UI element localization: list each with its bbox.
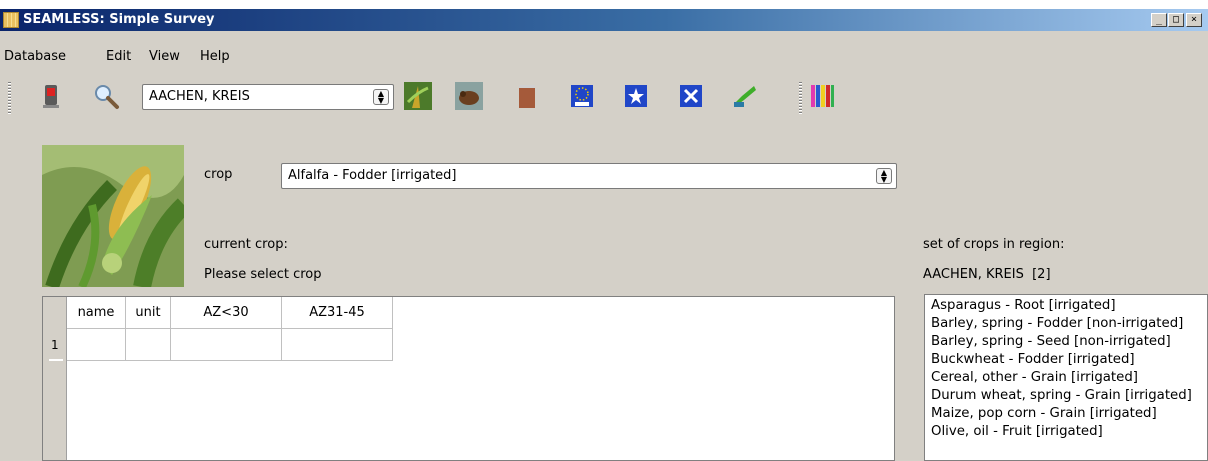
crop-select[interactable]: Alfalfa - Fodder [irrigated] ▲ ▼ — [281, 163, 897, 189]
region-select[interactable]: AACHEN, KREIS ▲ ▼ — [142, 84, 394, 110]
table-cell[interactable] — [282, 329, 393, 361]
column-header-name[interactable]: name — [67, 297, 126, 329]
title-bar: SEAMLESS: Simple Survey _ □ × — [0, 9, 1208, 31]
menu-edit[interactable]: Edit — [102, 45, 135, 69]
phone-icon[interactable] — [37, 82, 65, 110]
toolbar-grip[interactable] — [8, 82, 11, 114]
column-header-unit[interactable]: unit — [126, 297, 171, 329]
maximize-button[interactable]: □ — [1168, 13, 1184, 27]
menu-help[interactable]: Help — [196, 45, 234, 69]
minimize-button[interactable]: _ — [1151, 13, 1167, 27]
crop-icon[interactable] — [404, 82, 432, 110]
color-bars-icon[interactable] — [808, 82, 836, 110]
search-icon[interactable] — [92, 82, 120, 110]
livestock-icon[interactable] — [455, 82, 483, 110]
list-item[interactable]: Durum wheat, spring - Grain [irrigated] — [931, 387, 1192, 405]
list-item[interactable]: Barley, spring - Seed [non-irrigated] — [931, 333, 1171, 351]
toolbar-grip-2[interactable] — [799, 82, 802, 114]
region-name: AACHEN, KREIS [2] — [923, 267, 1051, 282]
crop-photo — [42, 145, 184, 287]
list-item[interactable]: Cereal, other - Grain [irrigated] — [931, 369, 1138, 387]
eu-cross-icon[interactable] — [677, 82, 705, 110]
crop-select-spinner-icon[interactable]: ▲ ▼ — [876, 168, 892, 184]
window-title: SEAMLESS: Simple Survey — [23, 12, 215, 27]
data-table[interactable]: name unit AZ<30 AZ31-45 1 — [42, 296, 895, 461]
region-select-value: AACHEN, KREIS — [149, 89, 250, 104]
list-item[interactable]: Olive, oil - Fruit [irrigated] — [931, 423, 1103, 441]
region-crops-label: set of crops in region: — [923, 237, 1065, 252]
region-crops-list[interactable]: Asparagus - Root [irrigated] Barley, spr… — [924, 294, 1208, 461]
app-icon — [3, 12, 19, 28]
row-header[interactable]: 1 — [43, 329, 67, 361]
table-cell[interactable] — [67, 329, 126, 361]
list-item[interactable]: Asparagus - Root [irrigated] — [931, 297, 1116, 315]
list-item[interactable]: Maize, pop corn - Grain [irrigated] — [931, 405, 1157, 423]
table-corner — [43, 297, 67, 329]
menu-database[interactable]: Database — [0, 45, 70, 69]
table-cell[interactable] — [126, 329, 171, 361]
crop-select-value: Alfalfa - Fodder [irrigated] — [288, 168, 457, 183]
menu-view[interactable]: View — [145, 45, 184, 69]
list-item[interactable]: Barley, spring - Fodder [non-irrigated] — [931, 315, 1183, 333]
list-item[interactable]: Buckwheat - Fodder [irrigated] — [931, 351, 1135, 369]
green-tool-icon[interactable] — [730, 82, 758, 110]
current-crop-label: current crop: — [204, 237, 288, 252]
column-header-az30[interactable]: AZ<30 — [171, 297, 282, 329]
eu-flag-icon[interactable] — [568, 82, 596, 110]
close-button[interactable]: × — [1186, 13, 1202, 27]
eu-star-icon[interactable] — [622, 82, 650, 110]
column-header-az31-45[interactable]: AZ31-45 — [282, 297, 393, 329]
current-crop-value: Please select crop — [204, 267, 322, 282]
crop-label: crop — [204, 167, 233, 182]
building-icon[interactable] — [513, 82, 541, 110]
table-cell[interactable] — [171, 329, 282, 361]
region-select-spinner-icon[interactable]: ▲ ▼ — [373, 89, 389, 105]
